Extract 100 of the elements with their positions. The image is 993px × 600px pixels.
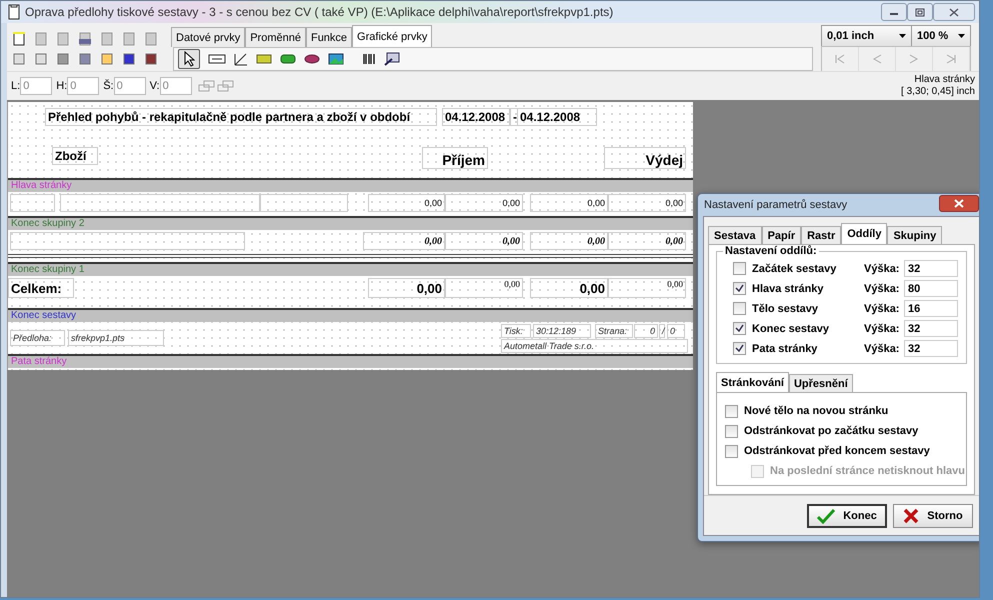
checkbox[interactable] bbox=[733, 302, 746, 315]
toolbar-tab[interactable]: Funkce bbox=[306, 27, 352, 47]
report-field: Tisk: bbox=[501, 324, 531, 338]
dialog-tab[interactable]: Skupiny bbox=[887, 226, 942, 244]
restore-icon bbox=[915, 8, 925, 16]
report-field: 0,00 bbox=[445, 232, 523, 250]
height-field[interactable]: 16 bbox=[904, 300, 958, 317]
band-label: Pata stránky bbox=[8, 354, 693, 368]
previous-page-icon bbox=[871, 54, 883, 64]
report-field: 0 bbox=[667, 324, 685, 338]
checkbox-label: Pata stránky bbox=[752, 342, 818, 354]
height-label: Výška: bbox=[864, 302, 900, 314]
ok-button[interactable]: Konec bbox=[807, 504, 887, 528]
check-icon bbox=[735, 344, 744, 353]
report-field: 0,00 bbox=[363, 232, 445, 250]
band-label: Hlava stránky bbox=[8, 178, 693, 192]
rounded-rectangle-tool-icon[interactable] bbox=[280, 54, 296, 64]
barcode-tool-icon[interactable] bbox=[362, 53, 376, 65]
report-field: 0,00 bbox=[608, 278, 686, 298]
checkbox-label: Odstránkovat před koncem sestavy bbox=[744, 445, 930, 457]
close-button[interactable] bbox=[933, 3, 975, 21]
dialog-tab[interactable]: Sestava bbox=[708, 226, 762, 244]
section-name: Hlava stránky bbox=[914, 74, 975, 86]
dialog-tab[interactable]: Papír bbox=[762, 226, 802, 244]
close-icon bbox=[954, 198, 964, 208]
band-label: Konec sestavy bbox=[8, 308, 693, 322]
position-label: Š: bbox=[103, 80, 114, 92]
report-field: / bbox=[659, 324, 665, 338]
cancel-button[interactable]: Storno bbox=[893, 504, 973, 528]
checkbox-label: Nové tělo na novou stránku bbox=[744, 405, 888, 417]
position-label: H: bbox=[56, 80, 68, 92]
report-field: 0,00 bbox=[608, 232, 686, 250]
text-tool-icon[interactable] bbox=[208, 53, 226, 65]
first-page-icon bbox=[834, 54, 846, 64]
report-field: 0,00 bbox=[530, 232, 608, 250]
dialog-tab[interactable]: Oddíly bbox=[841, 223, 888, 244]
picture-tool-icon[interactable] bbox=[384, 52, 400, 66]
report-field: Výdej bbox=[604, 147, 686, 169]
checkbox-label: Konec sestavy bbox=[752, 322, 830, 334]
position-field[interactable]: 0 bbox=[20, 77, 52, 95]
close-button[interactable] bbox=[939, 194, 979, 212]
checkbox[interactable] bbox=[733, 282, 746, 295]
document-icon bbox=[7, 4, 21, 20]
report-field: 0,00 bbox=[530, 194, 608, 212]
report-field: 04.12.2008 bbox=[442, 108, 510, 126]
checkbox-label: Hlava stránky bbox=[752, 282, 825, 294]
report-field: sfrekpvp1.pts bbox=[68, 330, 164, 346]
report-field: Celkem: bbox=[8, 278, 74, 298]
group-title: Nastavení oddílů: bbox=[723, 245, 819, 257]
pointer-tool[interactable] bbox=[178, 49, 200, 69]
rectangle-tool-icon[interactable] bbox=[256, 54, 272, 64]
height-field[interactable]: 80 bbox=[904, 280, 958, 297]
height-field[interactable]: 32 bbox=[904, 260, 958, 277]
report-field: 0 bbox=[634, 324, 658, 338]
new-document-icon[interactable] bbox=[11, 31, 27, 47]
report-field: Příjem bbox=[422, 147, 488, 169]
minimize-button[interactable] bbox=[881, 3, 907, 21]
subtab[interactable]: Upřesnění bbox=[788, 374, 853, 392]
checkbox[interactable] bbox=[733, 322, 746, 335]
band-label: Konec skupiny 1 bbox=[8, 262, 693, 276]
position-field[interactable]: 0 bbox=[67, 77, 100, 95]
checkbox[interactable] bbox=[725, 444, 738, 458]
maximize-button[interactable] bbox=[907, 3, 933, 21]
report-field: 0,00 bbox=[608, 194, 686, 212]
position-field[interactable]: 0 bbox=[160, 77, 192, 95]
window-title: Oprava předlohy tiskové sestavy - 3 - s cenou bez CV ( také VP) (E:\Aplikace delphi\vaha\report\sfrekpvp1.pts) bbox=[25, 5, 614, 19]
report-field: 0,00 bbox=[368, 194, 445, 212]
dialog-tab[interactable]: Rastr bbox=[801, 226, 842, 244]
empty-field bbox=[10, 194, 55, 212]
toolbar-tab[interactable]: Datové prvky bbox=[171, 27, 246, 47]
checkbox-label: Začátek sestavy bbox=[752, 262, 838, 274]
align-left-icon[interactable] bbox=[198, 79, 215, 93]
height-label: Výška: bbox=[864, 262, 900, 274]
checkbox-label: Tělo sestavy bbox=[752, 302, 820, 314]
check-icon bbox=[735, 284, 744, 293]
report-field: - bbox=[510, 108, 518, 126]
align-right-icon[interactable] bbox=[216, 79, 234, 93]
checkbox[interactable] bbox=[733, 342, 746, 355]
report-field: 30:12:189 bbox=[533, 324, 591, 338]
position-field[interactable]: 0 bbox=[114, 77, 146, 95]
cross-icon bbox=[903, 508, 920, 524]
height-field[interactable]: 32 bbox=[904, 320, 958, 337]
ellipse-tool-icon[interactable] bbox=[304, 54, 320, 64]
height-label: Výška: bbox=[864, 282, 900, 294]
report-field: Autometall Trade s.r.o. bbox=[501, 339, 688, 353]
image-tool-icon[interactable] bbox=[328, 53, 344, 65]
checkbox[interactable] bbox=[725, 424, 738, 438]
toolbar-tab[interactable]: Proměnné bbox=[245, 27, 306, 47]
next-page-icon bbox=[908, 54, 920, 64]
checkbox[interactable] bbox=[733, 262, 746, 275]
subtab[interactable]: Stránkování bbox=[716, 372, 789, 392]
toolbar-tab[interactable]: Grafické prvky bbox=[352, 25, 432, 47]
checkbox[interactable] bbox=[725, 404, 738, 418]
checkmark-icon bbox=[817, 508, 836, 524]
report-field: 04.12.2008 bbox=[517, 108, 597, 126]
line-tool-icon[interactable] bbox=[234, 52, 248, 66]
height-label: Výška: bbox=[864, 322, 900, 334]
checkbox-label: Odstránkovat po začátku sestavy bbox=[744, 425, 918, 437]
height-field[interactable]: 32 bbox=[904, 340, 958, 357]
report-field: Zboží bbox=[52, 147, 98, 165]
